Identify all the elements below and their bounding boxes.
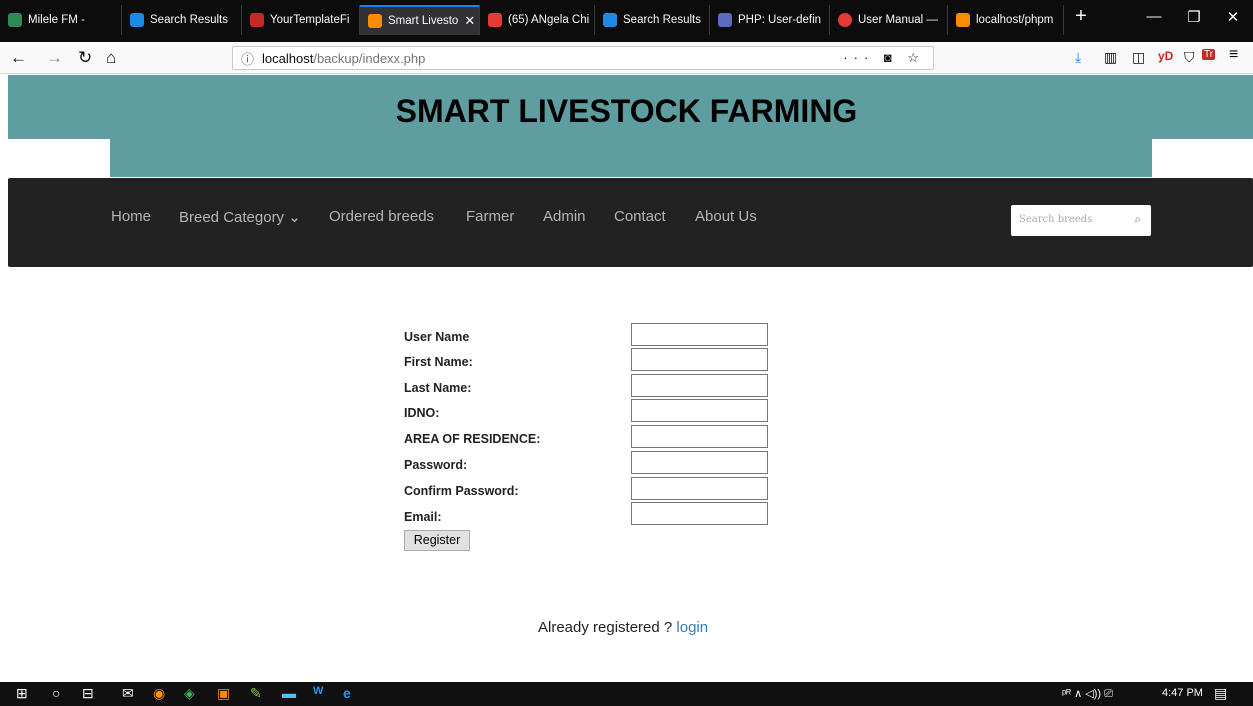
task-view-icon[interactable]: ⊟ [82, 685, 94, 702]
xampp-icon[interactable]: ▣ [217, 685, 230, 702]
new-tab-button[interactable]: + [1069, 5, 1093, 28]
youtube-icon [488, 13, 502, 27]
tab-label: (65) ANgela Chi [508, 14, 590, 26]
menu-item-breed-category[interactable]: Breed Category ⌄ [179, 208, 301, 226]
login-prompt: Already registered ? login [538, 619, 708, 636]
menu-item-farmer[interactable]: Farmer [466, 208, 514, 225]
app-icon[interactable]: ◈ [184, 685, 195, 702]
tab-label: YourTemplateFi [270, 14, 350, 26]
windows-start-icon[interactable]: ⊞ [16, 685, 28, 702]
tab-label: Smart Livesto [388, 15, 459, 27]
edge-icon[interactable]: e [343, 685, 351, 701]
hamburger-menu-icon[interactable]: ≡ [1229, 46, 1238, 64]
site-header: SMART LIVESTOCK FARMING [8, 75, 1253, 139]
menu-item-contact[interactable]: Contact [614, 208, 666, 225]
sidebar-icon[interactable]: ◫ [1132, 49, 1145, 66]
notepad-icon[interactable]: ✎ [250, 685, 262, 702]
target-icon [838, 13, 852, 27]
search-input[interactable]: Search breeds ⌕ [1011, 205, 1151, 236]
area-of-residence-field[interactable] [631, 425, 768, 448]
reload-icon[interactable]: ↻ [78, 48, 92, 68]
url-host: localhost [262, 50, 314, 66]
tab-your-template[interactable]: YourTemplateFi [242, 5, 360, 35]
tab-phpmyadmin[interactable]: localhost/phpm [948, 5, 1064, 35]
area-of-residence-label: AREA OF RESIDENCE: [404, 432, 541, 446]
page-actions-icon[interactable]: ··· ◙ ☆ [843, 50, 925, 66]
first-name-field[interactable] [631, 348, 768, 371]
shield-icon[interactable]: ⛉ [1184, 49, 1195, 66]
password-label: Password: [404, 458, 468, 472]
confirm-password-label: Confirm Password: [404, 484, 519, 498]
url-path: /backup/indexx.php [313, 50, 426, 66]
tab-php-manual[interactable]: PHP: User-defin [710, 5, 830, 35]
username-field[interactable] [631, 323, 768, 346]
search-icon[interactable]: ⌕ [1134, 212, 1141, 227]
tab-milele-fm[interactable]: Milele FM - [0, 5, 122, 35]
idno-field[interactable] [631, 399, 768, 422]
extension-icon[interactable]: Tr [1202, 49, 1216, 60]
mail-icon[interactable]: ✉ [122, 685, 134, 702]
login-prompt-text: Already registered ? [538, 619, 677, 636]
first-name-label: First Name: [404, 355, 473, 369]
register-button[interactable]: Register [404, 530, 470, 551]
notification-icon[interactable]: ▤ [1214, 685, 1227, 702]
menu-item-about-us[interactable]: About Us [695, 208, 757, 225]
tab-label: PHP: User-defin [738, 14, 822, 26]
idno-label: IDNO: [404, 406, 440, 420]
close-window-icon[interactable]: ✕ [1213, 8, 1253, 26]
cortana-search-icon[interactable]: ○ [52, 685, 60, 701]
tab-smart-livestock[interactable]: Smart Livesto ✕ [360, 5, 480, 35]
back-icon[interactable]: ← [10, 48, 27, 68]
last-name-field[interactable] [631, 374, 768, 397]
file-explorer-icon[interactable]: ▬ [282, 685, 296, 701]
menu-item-ordered-breeds[interactable]: Ordered breeds [329, 208, 434, 225]
menu-item-home[interactable]: Home [111, 208, 151, 225]
radio-icon [8, 13, 22, 27]
library-icon[interactable]: ▥ [1104, 49, 1117, 66]
tab-label: Search Results [150, 14, 228, 26]
password-field[interactable] [631, 451, 768, 474]
forward-icon[interactable]: → [46, 48, 63, 68]
tab-label: localhost/phpm [976, 14, 1054, 26]
system-tray-icons[interactable]: ᵖᴿ ∧ ◁)) ⎚ [1062, 687, 1113, 701]
php-icon [718, 13, 732, 27]
browser-tab-strip: Milele FM - Search Results YourTemplateF… [0, 0, 1253, 42]
tab-label: Milele FM - [28, 14, 85, 26]
search-placeholder: Search breeds [1019, 214, 1093, 225]
confirm-password-field[interactable] [631, 477, 768, 500]
menu-item-admin[interactable]: Admin [543, 208, 586, 225]
xampp-icon [956, 13, 970, 27]
tab-label: User Manual — [858, 14, 938, 26]
maximize-icon[interactable]: ❐ [1174, 8, 1214, 26]
site-info-icon[interactable]: ⓘ [241, 49, 254, 68]
address-bar[interactable]: ⓘ localhost/backup/indexx.php ··· ◙ ☆ [232, 46, 934, 70]
close-tab-icon[interactable]: ✕ [464, 13, 475, 29]
tab-label: Search Results [623, 14, 701, 26]
email-label: Email: [404, 510, 442, 524]
tab-user-manual[interactable]: User Manual — [830, 5, 948, 35]
search-results-icon [130, 13, 144, 27]
site-title: SMART LIVESTOCK FARMING [395, 93, 858, 129]
email-field[interactable] [631, 502, 768, 525]
windows-taskbar: ⊞ ○ ⊟ ✉ ◉ ◈ ▣ ✎ ▬ W e ᵖᴿ ∧ ◁)) ⎚ 4:47 PM… [0, 682, 1253, 706]
clock[interactable]: 4:47 PM [1162, 687, 1203, 699]
tab-youtube[interactable]: (65) ANgela Chi [480, 5, 595, 35]
username-label: User Name [404, 330, 470, 344]
yd-extension-icon[interactable]: yD [1158, 49, 1173, 63]
firefox-icon[interactable]: ◉ [153, 685, 165, 702]
word-icon[interactable]: W [313, 685, 323, 697]
home-icon[interactable]: ⌂ [106, 48, 116, 68]
login-link[interactable]: login [676, 619, 708, 636]
minimize-icon[interactable]: — [1134, 8, 1174, 25]
search-results-icon [603, 13, 617, 27]
tab-search-results-2[interactable]: Search Results [595, 5, 710, 35]
tab-search-results[interactable]: Search Results [122, 5, 242, 35]
xampp-icon [368, 14, 382, 28]
last-name-label: Last Name: [404, 381, 472, 395]
main-menu: Home Breed Category ⌄ Ordered breeds Far… [8, 178, 1253, 267]
download-icon[interactable]: ⤓ [1075, 49, 1081, 66]
template-icon [250, 13, 264, 27]
site-header-extension [110, 139, 1152, 177]
